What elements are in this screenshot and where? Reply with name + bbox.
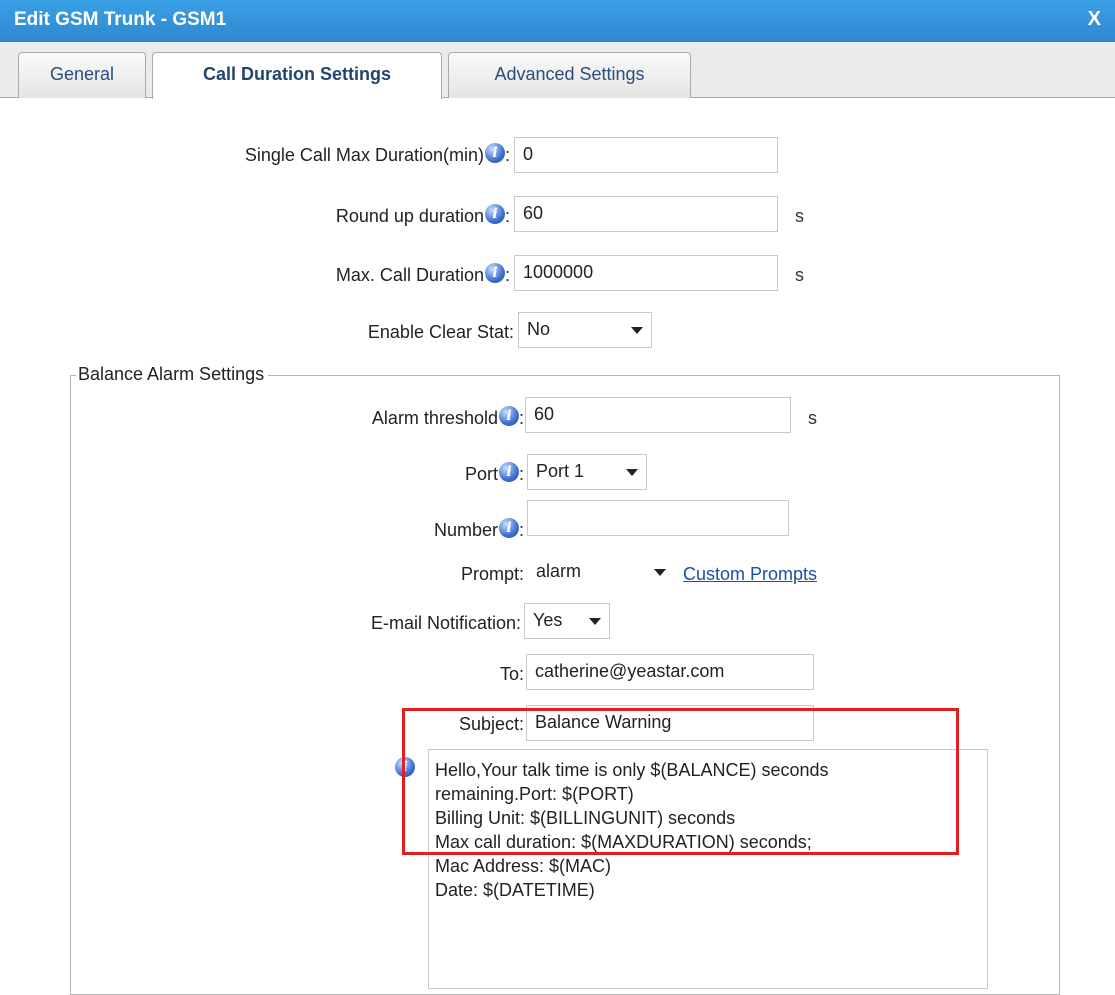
prompt-value: alarm	[536, 561, 582, 581]
round-up-unit: s	[795, 206, 804, 226]
label-colon: :	[504, 206, 510, 226]
chevron-down-icon	[589, 618, 601, 625]
port-text: Port	[464, 464, 498, 484]
alarm-threshold-text: Alarm threshold	[371, 408, 498, 428]
tab-bar: General Call Duration Settings Advanced …	[0, 42, 1115, 99]
label-colon: :	[518, 520, 524, 540]
round-up-duration-text: Round up duration	[335, 206, 484, 226]
label-colon: :	[518, 408, 524, 428]
dialog-titlebar: Edit GSM Trunk - GSM1 X	[0, 0, 1115, 42]
subject-label: Subject:	[458, 714, 524, 734]
max-call-duration-unit: s	[795, 265, 804, 285]
custom-prompts-link[interactable]: Custom Prompts	[683, 564, 817, 585]
info-icon[interactable]: i	[395, 757, 415, 777]
number-text: Number	[433, 520, 498, 540]
info-icon[interactable]: i	[484, 204, 505, 224]
number-label: Number i:	[433, 518, 524, 541]
tab-general[interactable]: General	[18, 52, 146, 98]
email-body-line: Hello,Your talk time is only $(BALANCE) …	[435, 760, 829, 780]
max-call-duration-input[interactable]: 1000000	[514, 255, 778, 291]
round-up-duration-label: Round up duration i:	[335, 204, 510, 227]
chevron-down-icon	[654, 569, 666, 576]
alarm-threshold-unit: s	[808, 408, 817, 428]
max-call-duration-label: Max. Call Duration i:	[335, 263, 510, 286]
email-subject-input[interactable]: Balance Warning	[526, 705, 814, 741]
email-body-line: Mac Address: $(MAC)	[435, 856, 612, 876]
label-colon: :	[504, 265, 510, 285]
single-call-max-duration-label: Single Call Max Duration(min) i:	[244, 143, 510, 166]
chevron-down-icon	[631, 327, 643, 334]
round-up-duration-input[interactable]: 60	[514, 196, 778, 232]
email-body-textarea[interactable]: Hello,Your talk time is only $(BALANCE) …	[428, 749, 988, 989]
info-icon[interactable]: i	[484, 263, 505, 283]
tab-call-duration-settings[interactable]: Call Duration Settings	[152, 52, 442, 99]
label-colon: :	[518, 464, 524, 484]
info-icon[interactable]: i	[484, 143, 505, 163]
email-to-input[interactable]: catherine@yeastar.com	[526, 654, 814, 690]
enable-clear-stat-value: No	[527, 319, 551, 339]
single-call-max-duration-input[interactable]: 0	[514, 137, 778, 173]
to-label: To:	[499, 664, 524, 684]
balance-alarm-legend: Balance Alarm Settings	[76, 364, 269, 385]
max-call-duration-text: Max. Call Duration	[335, 265, 484, 285]
chevron-down-icon	[626, 469, 638, 476]
email-body-line: Max call duration: $(MAXDURATION) second…	[435, 832, 812, 852]
prompt-select[interactable]: alarm	[527, 554, 675, 590]
prompt-label: Prompt:	[460, 564, 524, 584]
dialog-title: Edit GSM Trunk - GSM1	[14, 9, 227, 30]
info-icon[interactable]: i	[498, 462, 519, 482]
close-icon[interactable]: X	[1088, 8, 1101, 31]
enable-clear-stat-select[interactable]: No	[518, 312, 652, 348]
email-notification-label: E-mail Notification:	[370, 613, 521, 633]
email-body-line: Billing Unit: $(BILLINGUNIT) seconds	[435, 808, 736, 828]
info-icon[interactable]: i	[498, 406, 519, 426]
enable-clear-stat-label: Enable Clear Stat:	[367, 322, 514, 342]
port-value: Port 1	[536, 461, 585, 481]
port-select[interactable]: Port 1	[527, 454, 647, 490]
email-notification-value: Yes	[533, 610, 563, 630]
label-colon: :	[504, 145, 510, 165]
email-body-line: remaining.Port: $(PORT)	[435, 784, 634, 804]
info-icon[interactable]: i	[498, 518, 519, 538]
single-call-max-duration-text: Single Call Max Duration(min)	[244, 145, 484, 165]
number-input[interactable]	[527, 500, 789, 536]
tab-advanced-settings[interactable]: Advanced Settings	[448, 52, 691, 98]
email-body-line: Date: $(DATETIME)	[435, 880, 595, 900]
port-label: Port i:	[464, 462, 524, 485]
alarm-threshold-input[interactable]: 60	[525, 397, 791, 433]
email-notification-select[interactable]: Yes	[524, 603, 610, 639]
alarm-threshold-label: Alarm threshold i:	[371, 406, 524, 429]
